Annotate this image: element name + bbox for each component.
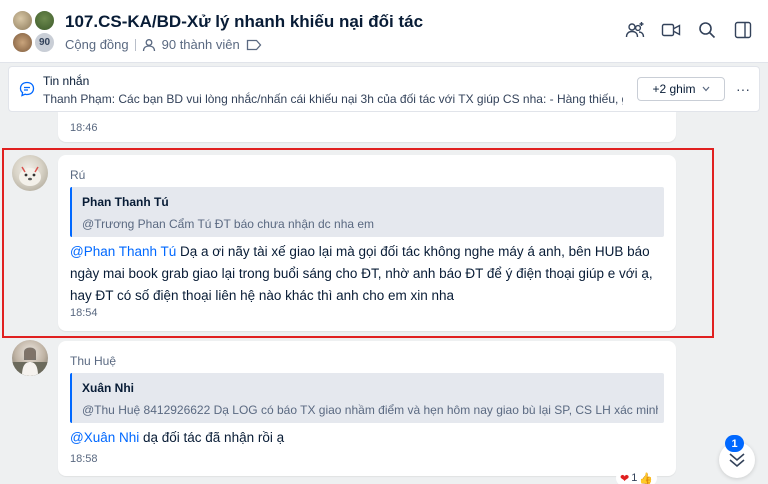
- divider: [134, 38, 136, 51]
- user-icon: [142, 38, 155, 51]
- quoted-message[interactable]: Xuân Nhi @Thu Huệ 8412926622 Dạ LOG có b…: [70, 373, 664, 423]
- message-icon: [19, 81, 35, 102]
- quoted-text: @Thu Huệ 8412926622 Dạ LOG có báo TX gia…: [82, 403, 658, 417]
- message-text: @Xuân Nhi dạ đối tác đã nhận rồi ạ: [70, 427, 670, 449]
- group-subtitle: Cộng đồng 90 thành viên: [65, 37, 262, 52]
- member-count[interactable]: 90 thành viên: [162, 37, 240, 52]
- header-actions: [624, 19, 754, 41]
- group-avatar[interactable]: 90: [12, 10, 56, 54]
- reaction-summary[interactable]: ❤ 1 👍: [616, 470, 658, 484]
- pinned-message-bar[interactable]: Tin nhắn Thanh Phạm: Các bạn BD vui lòng…: [8, 66, 760, 112]
- search-icon[interactable]: [696, 19, 718, 41]
- sender-name: Thu Huệ: [70, 354, 117, 368]
- community-label: Cộng đồng: [65, 37, 129, 52]
- tag-icon[interactable]: [246, 39, 262, 51]
- more-pins-label: +2 ghim: [652, 82, 696, 96]
- chevron-down-icon: [702, 86, 709, 92]
- group-title[interactable]: 107.CS-KA/BD-Xử lý nhanh khiếu nại đối t…: [65, 12, 423, 32]
- video-call-icon[interactable]: [660, 19, 682, 41]
- add-member-icon[interactable]: [624, 19, 646, 41]
- double-chevron-down-icon: [729, 453, 745, 468]
- message-bubble[interactable]: Thu Huệ Xuân Nhi @Thu Huệ 8412926622 Dạ …: [58, 341, 676, 476]
- quoted-sender: Xuân Nhi: [82, 381, 135, 395]
- pinned-text[interactable]: Thanh Phạm: Các bạn BD vui lòng nhắc/nhấ…: [43, 92, 623, 106]
- message-body: dạ đối tác đã nhận rồi ạ: [139, 430, 285, 445]
- chat-header: 90 107.CS-KA/BD-Xử lý nhanh khiếu nại đố…: [0, 0, 768, 63]
- heart-icon: ❤: [620, 472, 630, 484]
- reaction-count: 1: [631, 472, 638, 484]
- member-count-avatar: 90: [34, 32, 55, 53]
- member-avatar: [12, 10, 33, 31]
- thumbs-up-icon[interactable]: 👍: [639, 472, 653, 484]
- member-avatar: [12, 32, 33, 53]
- more-options-icon[interactable]: ···: [733, 77, 753, 101]
- member-avatar: [34, 10, 55, 31]
- message-time: 18:46: [70, 122, 98, 134]
- pinned-label: Tin nhắn: [43, 74, 90, 88]
- highlight-box: [2, 148, 714, 338]
- mention-link[interactable]: @Xuân Nhi: [70, 430, 139, 445]
- message-bubble[interactable]: 18:46: [58, 112, 676, 142]
- avatar[interactable]: [12, 340, 48, 376]
- message-time: 18:58: [70, 453, 98, 465]
- more-pins-button[interactable]: +2 ghim: [637, 77, 725, 101]
- unread-badge: 1: [725, 435, 744, 452]
- side-panel-icon[interactable]: [732, 19, 754, 41]
